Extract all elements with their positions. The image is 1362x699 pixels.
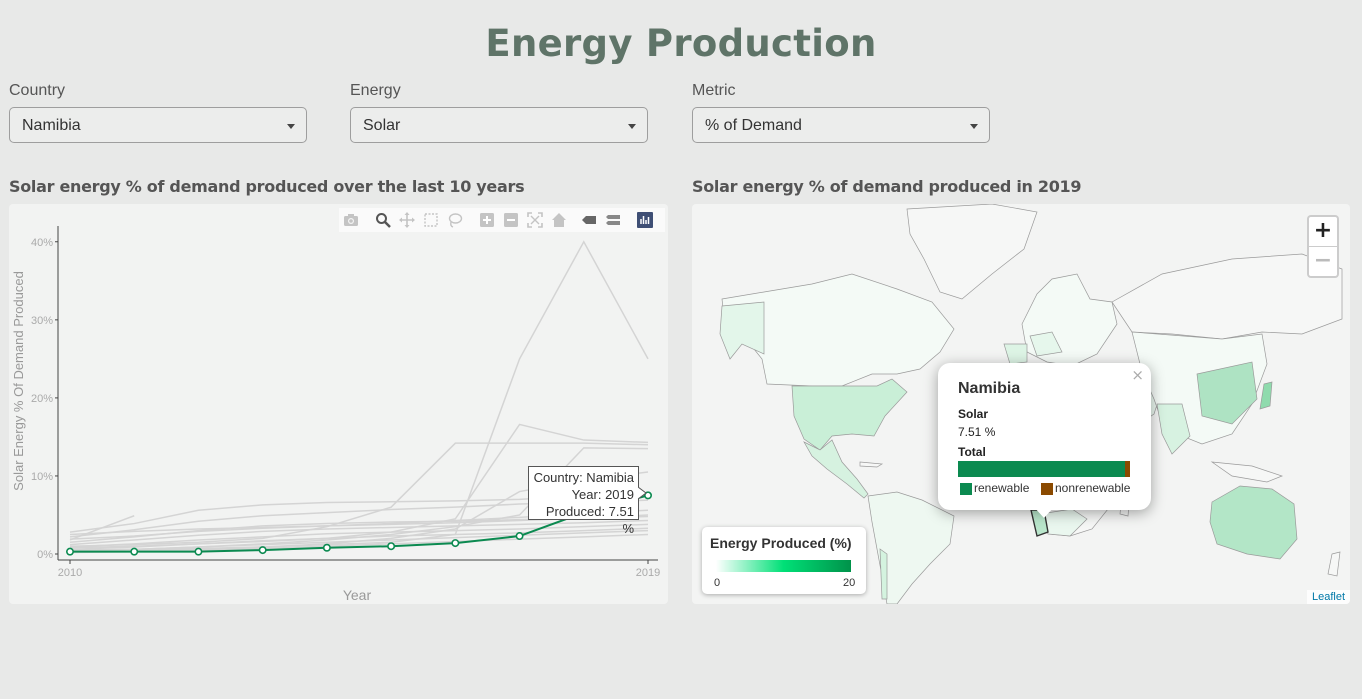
popup-country: Namibia [958, 380, 1021, 397]
zoom-icon[interactable] [371, 208, 395, 232]
highlight-series-point[interactable] [194, 547, 203, 556]
page-title: Energy Production [485, 22, 877, 65]
line-chart-panel: 0% 10% 20% 30% 40% 2010 2019 Year Solar Energy %… [9, 204, 668, 604]
legend-gradient [716, 560, 851, 572]
leaflet-attribution[interactable]: Leaflet [1306, 590, 1350, 604]
renewable-swatch [960, 483, 972, 495]
popup-energy: Solar [958, 407, 989, 421]
metric-value: % of Demand [705, 117, 802, 134]
legend-max: 20 [843, 577, 856, 589]
camera-icon[interactable] [339, 208, 363, 232]
zoom-out-button[interactable]: − [1309, 246, 1337, 276]
highlight-series-point[interactable] [130, 547, 139, 556]
energy-dropdown[interactable]: Solar [350, 107, 648, 143]
spain-shape [1003, 343, 1028, 365]
lasso-select-icon[interactable] [443, 208, 467, 232]
map-panel[interactable]: + − × Namibia Solar 7.51 % Total renewab… [692, 204, 1350, 604]
tooltip-produced: Produced: 7.51 % [545, 504, 634, 536]
metric-label: Metric [692, 82, 736, 99]
x-axis-title: Year [343, 587, 372, 603]
energy-value: Solar [363, 117, 401, 134]
zoom-in-button[interactable]: + [1309, 217, 1337, 246]
chevron-down-icon [287, 124, 295, 129]
x-tick-label: 2010 [58, 567, 82, 579]
tooltip-pointer [638, 487, 647, 499]
line-chart[interactable]: 0% 10% 20% 30% 40% 2010 2019 Year Solar Energy %… [9, 204, 668, 604]
south-america-shape [867, 491, 955, 604]
line-chart-title: Solar energy % of demand produced over t… [9, 177, 525, 196]
nonrenewable-bar-segment [1124, 461, 1130, 477]
tooltip-year: Year: 2019 [571, 487, 634, 502]
tooltip-country: Country: Namibia [533, 470, 634, 485]
country-label: Country [9, 82, 66, 99]
metric-dropdown[interactable]: % of Demand [692, 107, 990, 143]
highlight-series-point[interactable] [515, 532, 524, 541]
legend-title: Energy Produced (%) [710, 535, 852, 551]
chevron-down-icon [628, 124, 636, 129]
x-tick-label: 2019 [636, 567, 660, 579]
pan-icon[interactable] [395, 208, 419, 232]
renewable-share-bar [958, 461, 1130, 477]
highlight-series-point[interactable] [451, 539, 460, 548]
renewable-bar-segment [958, 461, 1125, 477]
y-tick-label: 40% [31, 237, 53, 249]
box-select-icon[interactable] [419, 208, 443, 232]
plotly-logo-icon[interactable] [633, 208, 657, 232]
legend-min: 0 [714, 577, 721, 589]
popup-total-label: Total [958, 445, 986, 459]
cuba-shape [859, 461, 884, 468]
zoom-out-icon[interactable] [499, 208, 523, 232]
highlight-series-point[interactable] [322, 543, 331, 552]
highlight-series-point[interactable] [65, 547, 74, 556]
y-tick-label: 30% [31, 315, 53, 327]
map-zoom-control: + − [1307, 215, 1339, 278]
renewable-legend-label: renewable [974, 481, 1030, 495]
energy-label: Energy [350, 82, 401, 99]
australia-shape [1209, 485, 1298, 560]
y-axis-title: Solar Energy % Of Demand Produced [11, 271, 26, 491]
greenland-shape [906, 204, 1038, 300]
usa-shape [791, 378, 908, 451]
map-legend: Energy Produced (%) 0 20 [702, 527, 866, 594]
y-tick-label: 10% [31, 471, 53, 483]
y-tick-label: 20% [31, 393, 53, 405]
chile-shape [879, 548, 888, 600]
indonesia-shape [1210, 461, 1284, 483]
new-zealand-shape [1327, 551, 1341, 577]
reset-axes-icon[interactable] [547, 208, 571, 232]
map-title: Solar energy % of demand produced in 201… [692, 177, 1082, 196]
y-tick-label: 0% [37, 549, 53, 561]
hover-tooltip: Country: Namibia Year: 2019 Produced: 7.… [528, 466, 639, 536]
highlight-series-point[interactable] [387, 542, 396, 551]
chevron-down-icon [970, 124, 978, 129]
nonrenewable-swatch [1041, 483, 1053, 495]
nonrenewable-legend-label: nonrenewable [1055, 481, 1131, 495]
mexico-shape [803, 439, 869, 499]
autoscale-icon[interactable] [523, 208, 547, 232]
popup-tip [1034, 507, 1054, 518]
close-icon[interactable]: × [1131, 366, 1144, 384]
popup-value: 7.51 % [958, 425, 996, 439]
modebar [339, 208, 665, 232]
hover-compare-icon[interactable] [601, 208, 625, 232]
japan-shape [1259, 381, 1273, 410]
hover-closest-icon[interactable] [577, 208, 601, 232]
zoom-in-icon[interactable] [475, 208, 499, 232]
highlight-series-point[interactable] [258, 546, 267, 555]
country-value: Namibia [22, 117, 81, 134]
alaska-shape [719, 301, 765, 360]
country-dropdown[interactable]: Namibia [9, 107, 307, 143]
map-popup: × Namibia Solar 7.51 % Total renewable n… [938, 363, 1151, 510]
